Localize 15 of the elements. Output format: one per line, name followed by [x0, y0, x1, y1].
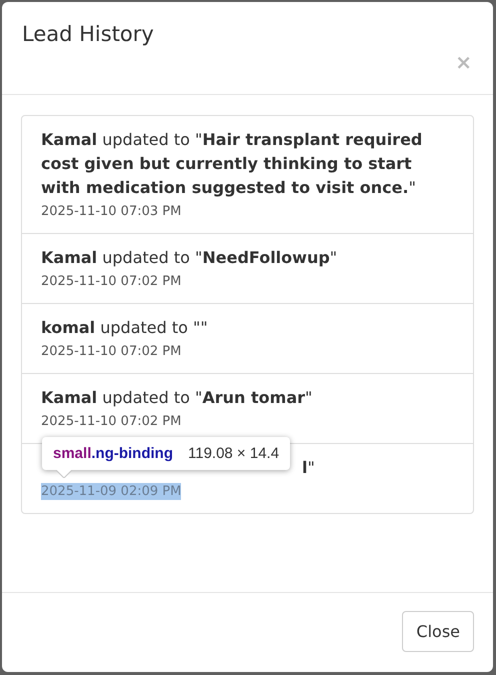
dialog-title: Lead History — [22, 22, 154, 46]
history-message: Kamal updated to "Arun tomar" — [41, 387, 314, 409]
tooltip-pointer-icon — [56, 470, 72, 478]
element-selector: small.ng-binding — [53, 445, 173, 462]
history-date: 2025-11-10 07:02 PM — [41, 343, 182, 360]
history-date: 2025-11-10 07:02 PM — [41, 413, 182, 430]
history-message: Kamal updated to "Hair transplant required cost given but currently thinking to start with medication suggested to visit once." — [41, 129, 424, 199]
history-message: komal updated to "" — [41, 317, 209, 339]
history-date: 2025-11-10 07:02 PM — [41, 273, 182, 290]
element-size: 119.08 × 14.4 — [188, 445, 280, 462]
history-message: Kamal updated to "NeedFollowup" — [41, 247, 338, 269]
history-message: l" — [302, 457, 315, 479]
history-date: 2025-11-09 02:09 PM — [41, 483, 182, 500]
close-button[interactable]: Close — [402, 611, 474, 652]
history-date: 2025-11-10 07:03 PM — [41, 203, 182, 220]
